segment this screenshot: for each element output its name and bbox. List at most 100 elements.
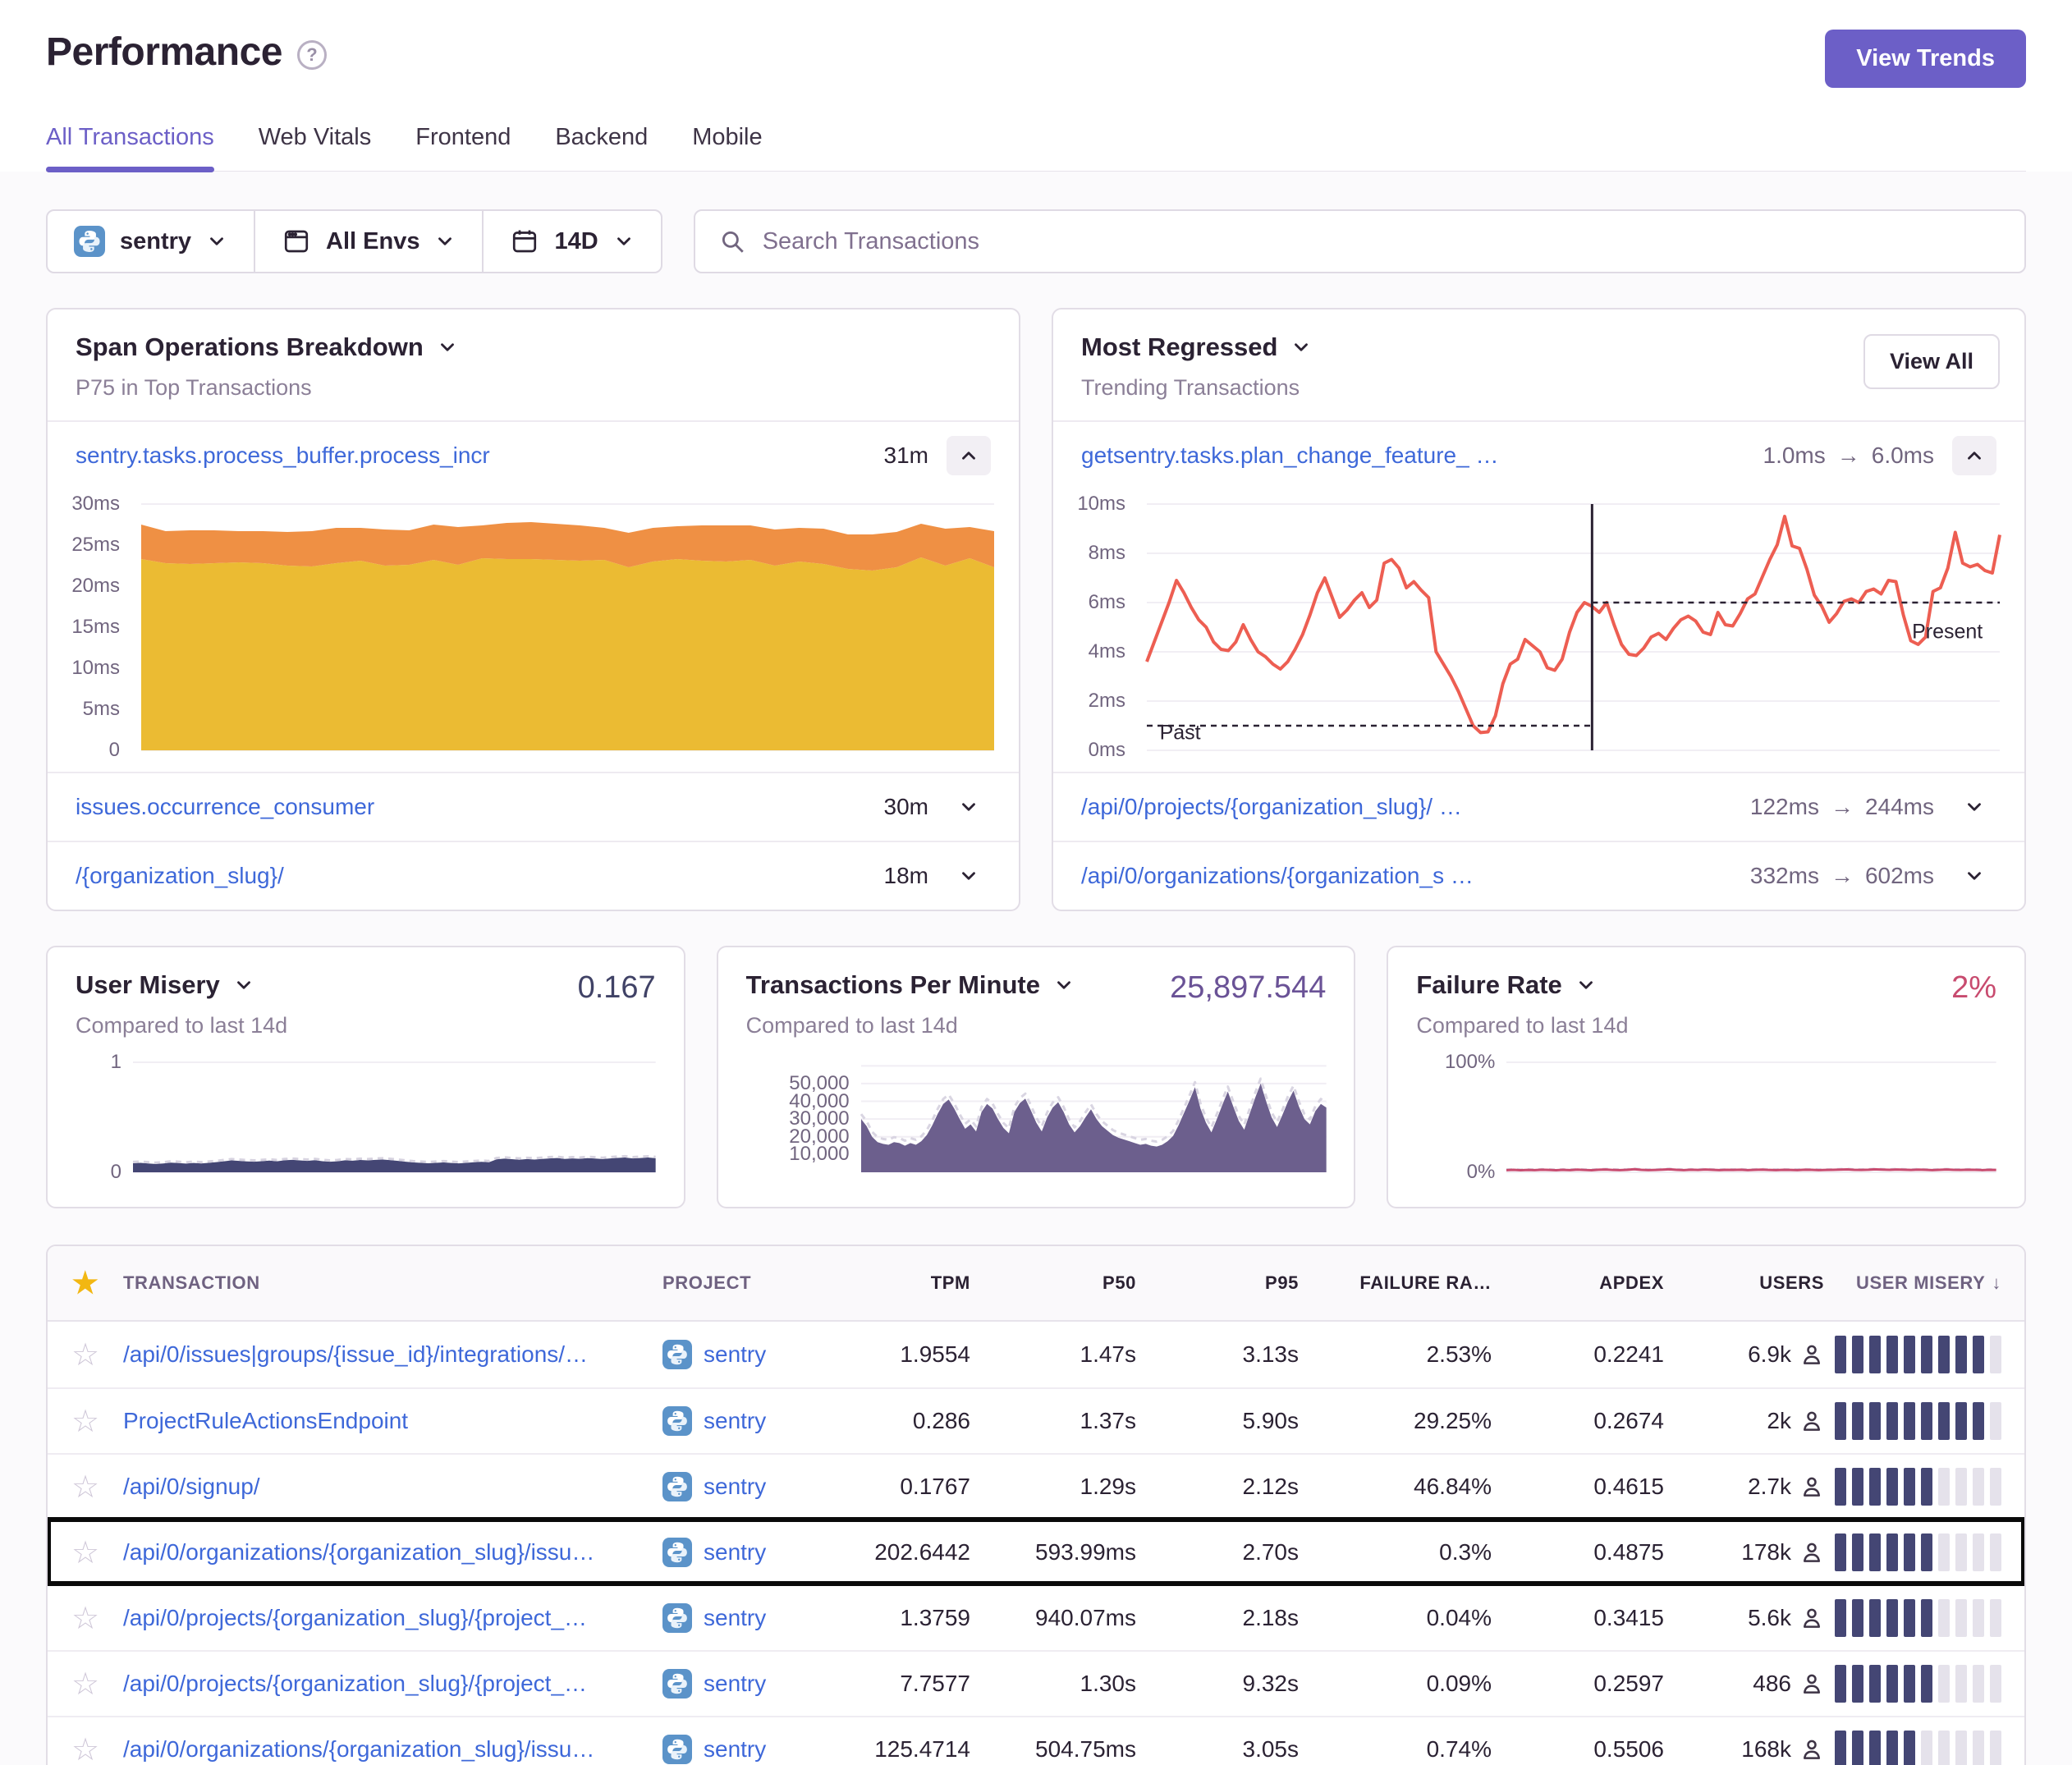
mini-card-title[interactable]: Failure Rate — [1416, 970, 1628, 1000]
star-outline-icon[interactable]: ☆ — [71, 1336, 99, 1373]
project-link[interactable]: sentry — [704, 1671, 766, 1697]
apdex-cell: 0.3415 — [1492, 1605, 1664, 1631]
column-transaction[interactable]: TRANSACTION — [123, 1272, 662, 1294]
mini-card-title[interactable]: Transactions Per Minute — [746, 970, 1075, 1000]
star-outline-icon[interactable]: ☆ — [71, 1731, 99, 1765]
transaction-link[interactable]: /api/0/organizations/{organization_slug}… — [123, 1736, 646, 1763]
transaction-link[interactable]: /api/0/projects/{organization_slug}/{pro… — [123, 1605, 646, 1631]
transaction-link[interactable]: /api/0/issues|groups/{issue_id}/integrat… — [123, 1341, 646, 1368]
collapse-button[interactable] — [1952, 436, 1996, 475]
page-filters: sentry All Envs 14D — [46, 209, 662, 273]
expand-button[interactable] — [1952, 856, 1996, 896]
column-tpm[interactable]: TPM — [847, 1272, 970, 1294]
project-link[interactable]: sentry — [704, 1736, 766, 1763]
project-link[interactable]: sentry — [704, 1341, 766, 1368]
chevron-down-icon — [206, 231, 227, 252]
python-icon — [662, 1669, 692, 1699]
star-filled-icon[interactable]: ★ — [72, 1266, 99, 1300]
python-icon — [662, 1340, 692, 1369]
python-icon — [74, 226, 105, 257]
p95-cell: 2.70s — [1136, 1539, 1299, 1566]
table-row[interactable]: ☆ /api/0/projects/{organization_slug}/{p… — [48, 1650, 2024, 1716]
transaction-link[interactable]: /api/0/signup/ — [123, 1474, 646, 1500]
users-cell: 2.7k — [1664, 1474, 1824, 1500]
tab-frontend[interactable]: Frontend — [415, 124, 511, 171]
mini-card-title[interactable]: User Misery — [76, 970, 287, 1000]
p95-cell: 2.18s — [1136, 1605, 1299, 1631]
y-axis-label: 15ms — [71, 616, 120, 639]
view-trends-button[interactable]: View Trends — [1825, 30, 2026, 88]
column-apdex[interactable]: APDEX — [1492, 1272, 1664, 1294]
p95-cell: 3.13s — [1136, 1341, 1299, 1368]
table-row[interactable]: ☆ /api/0/signup/ sentry 0.1767 1.29s 2.1… — [48, 1453, 2024, 1519]
y-axis-label: 0 — [109, 739, 120, 762]
project-link[interactable]: sentry — [704, 1605, 766, 1631]
view-all-button[interactable]: View All — [1863, 334, 2000, 389]
environment-selector[interactable]: All Envs — [254, 211, 482, 272]
p95-cell: 3.05s — [1136, 1736, 1299, 1763]
tab-all-transactions[interactable]: All Transactions — [46, 124, 214, 171]
mini-card-subtitle: Compared to last 14d — [746, 1013, 1075, 1038]
column-p95[interactable]: P95 — [1136, 1272, 1299, 1294]
expand-button[interactable] — [947, 856, 991, 896]
transaction-link[interactable]: ProjectRuleActionsEndpoint — [123, 1408, 646, 1434]
search-input[interactable] — [763, 228, 2001, 255]
mini-card-chart: 10 — [76, 1062, 656, 1172]
filter-bar: sentry All Envs 14D — [46, 209, 2026, 273]
mini-card-user-misery: User Misery Compared to last 14d 0.167 1… — [46, 946, 685, 1208]
column-project[interactable]: PROJECT — [662, 1272, 847, 1294]
project-link[interactable]: sentry — [704, 1408, 766, 1434]
most-regressed-subtitle: Trending Transactions — [1081, 375, 1996, 401]
user-misery-bars — [1824, 1599, 2024, 1637]
star-outline-icon[interactable]: ☆ — [71, 1534, 99, 1571]
regressed-link[interactable]: getsentry.tasks.plan_change_feature_ … — [1081, 442, 1498, 469]
y-axis-label: 5ms — [83, 698, 120, 721]
transaction-link[interactable]: /api/0/projects/{organization_slug}/{pro… — [123, 1671, 646, 1697]
regressed-link[interactable]: /api/0/organizations/{organization_s … — [1081, 863, 1474, 889]
mini-card-value: 2% — [1951, 970, 1996, 1006]
collapse-button[interactable] — [947, 436, 991, 475]
project-selector-label: sentry — [120, 228, 191, 255]
project-cell: sentry — [662, 1735, 847, 1764]
expand-button[interactable] — [947, 787, 991, 827]
span-op-value: 31m — [884, 442, 928, 469]
span-op-link[interactable]: /{organization_slug}/ — [76, 863, 284, 889]
star-outline-icon[interactable]: ☆ — [71, 1666, 99, 1703]
column-users[interactable]: USERS — [1664, 1272, 1824, 1294]
table-row[interactable]: ☆ /api/0/organizations/{organization_slu… — [48, 1716, 2024, 1765]
transaction-link[interactable]: /api/0/organizations/{organization_slug}… — [123, 1539, 646, 1566]
tab-backend[interactable]: Backend — [555, 124, 648, 171]
column-failure-rate[interactable]: FAILURE RA… — [1299, 1272, 1492, 1294]
span-op-link[interactable]: sentry.tasks.process_buffer.process_incr — [76, 442, 490, 469]
help-icon[interactable]: ? — [297, 40, 327, 70]
regressed-item-expanded: getsentry.tasks.plan_change_feature_ … 1… — [1053, 420, 2024, 489]
tab-mobile[interactable]: Mobile — [692, 124, 762, 171]
table-row[interactable]: ☆ /api/0/organizations/{organization_slu… — [48, 1519, 2024, 1584]
failure-rate-cell: 0.3% — [1299, 1539, 1492, 1566]
span-op-link[interactable]: issues.occurrence_consumer — [76, 794, 374, 820]
project-link[interactable]: sentry — [704, 1539, 766, 1566]
star-outline-icon[interactable]: ☆ — [71, 1600, 99, 1637]
table-row[interactable]: ☆ /api/0/issues|groups/{issue_id}/integr… — [48, 1322, 2024, 1387]
project-link[interactable]: sentry — [704, 1474, 766, 1500]
user-icon — [1799, 1342, 1824, 1367]
table-row[interactable]: ☆ ProjectRuleActionsEndpoint sentry 0.28… — [48, 1387, 2024, 1453]
column-user-misery[interactable]: USER MISERY ↓ — [1824, 1272, 2024, 1294]
tpm-cell: 1.9554 — [847, 1341, 970, 1368]
star-outline-icon[interactable]: ☆ — [71, 1403, 99, 1440]
search-box[interactable] — [694, 209, 2026, 273]
most-regressed-title[interactable]: Most Regressed — [1081, 332, 1996, 362]
regressed-link[interactable]: /api/0/projects/{organization_slug}/ … — [1081, 794, 1462, 820]
tab-web-vitals[interactable]: Web Vitals — [259, 124, 372, 171]
date-range-selector[interactable]: 14D — [482, 211, 660, 272]
environment-selector-label: All Envs — [326, 228, 419, 255]
span-ops-title[interactable]: Span Operations Breakdown — [76, 332, 991, 362]
star-outline-icon[interactable]: ☆ — [71, 1469, 99, 1506]
chart-annotation: Past — [1160, 722, 1201, 745]
span-op-item: /{organization_slug}/ 18m — [48, 841, 1019, 910]
table-row[interactable]: ☆ /api/0/projects/{organization_slug}/{p… — [48, 1584, 2024, 1650]
project-selector[interactable]: sentry — [48, 211, 254, 272]
column-p50[interactable]: P50 — [970, 1272, 1136, 1294]
y-axis-label: 20ms — [71, 575, 120, 598]
expand-button[interactable] — [1952, 787, 1996, 827]
